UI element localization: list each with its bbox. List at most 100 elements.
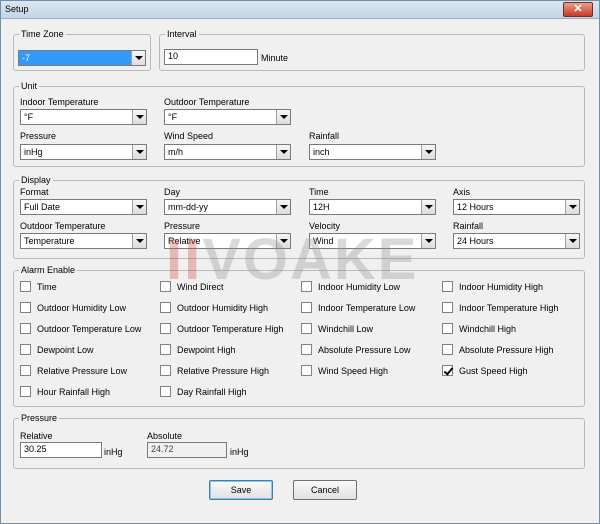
day-label: Day [164, 187, 181, 197]
checkbox-empty-icon[interactable] [20, 365, 31, 376]
alarm-checkbox[interactable]: Outdoor Humidity Low [20, 302, 126, 313]
indoor-temp-select[interactable]: °F [20, 109, 147, 125]
chevron-down-icon[interactable] [132, 234, 146, 248]
chevron-down-icon[interactable] [276, 200, 290, 214]
checkbox-empty-icon[interactable] [442, 302, 453, 313]
checkbox-empty-icon[interactable] [442, 323, 453, 334]
chevron-down-icon[interactable] [132, 200, 146, 214]
alarm-checkbox[interactable]: Windchill Low [301, 323, 373, 334]
pressure-unit-value: inHg [24, 147, 43, 157]
checkbox-empty-icon[interactable] [442, 281, 453, 292]
checkbox-empty-icon[interactable] [301, 323, 312, 334]
rainfall-unit-select[interactable]: inch [309, 144, 436, 160]
velocity-select[interactable]: Wind [309, 233, 436, 249]
alarm-checkbox[interactable]: Indoor Humidity High [442, 281, 543, 292]
chevron-down-icon[interactable] [276, 234, 290, 248]
alarm-checkbox[interactable]: Indoor Humidity Low [301, 281, 400, 292]
display-outdoor-temp-value: Temperature [24, 236, 75, 246]
indoor-temp-value: °F [24, 112, 34, 122]
alarm-checkbox[interactable]: Day Rainfall High [160, 386, 247, 397]
alarm-checkbox[interactable]: Relative Pressure Low [20, 365, 127, 376]
alarm-checkbox[interactable]: Outdoor Humidity High [160, 302, 268, 313]
close-button[interactable]: ✕ [563, 2, 593, 17]
alarm-checkbox[interactable]: Dewpoint High [160, 344, 236, 355]
checkbox-checked-icon[interactable] [442, 365, 453, 376]
time-select[interactable]: 12H [309, 199, 436, 215]
alarm-checkbox-label: Wind Direct [177, 281, 224, 292]
alarm-checkbox-label: Hour Rainfall High [37, 386, 111, 397]
alarm-checkbox[interactable]: Outdoor Temperature Low [20, 323, 141, 334]
alarm-legend: Alarm Enable [21, 265, 76, 275]
checkbox-empty-icon[interactable] [160, 386, 171, 397]
format-select[interactable]: Full Date [20, 199, 147, 215]
checkbox-empty-icon[interactable] [20, 323, 31, 334]
alarm-checkbox-label: Relative Pressure High [177, 365, 270, 376]
chevron-down-icon[interactable] [132, 145, 146, 159]
checkbox-empty-icon[interactable] [301, 302, 312, 313]
checkbox-empty-icon[interactable] [160, 323, 171, 334]
alarm-checkbox[interactable]: Absolute Pressure Low [301, 344, 411, 355]
alarm-checkbox[interactable]: Indoor Temperature High [442, 302, 558, 313]
checkbox-empty-icon[interactable] [20, 344, 31, 355]
display-outdoor-temp-select[interactable]: Temperature [20, 233, 147, 249]
display-outdoor-temp-label: Outdoor Temperature [20, 221, 106, 231]
alarm-checkbox-label: Indoor Humidity Low [318, 281, 401, 292]
alarm-checkbox[interactable]: Hour Rainfall High [20, 386, 110, 397]
alarm-checkbox[interactable]: Time [20, 281, 57, 292]
display-rainfall-select[interactable]: 24 Hours [453, 233, 580, 249]
display-legend: Display [21, 175, 51, 185]
alarm-checkbox[interactable]: Outdoor Temperature High [160, 323, 283, 334]
checkbox-empty-icon[interactable] [442, 344, 453, 355]
chevron-down-icon[interactable] [421, 145, 435, 159]
interval-input[interactable]: 10 [164, 49, 258, 65]
alarm-checkbox-label: Windchill High [459, 323, 517, 334]
alarm-checkbox[interactable]: Absolute Pressure High [442, 344, 554, 355]
alarm-checkbox-label: Outdoor Temperature High [177, 323, 284, 334]
chevron-down-icon[interactable] [421, 234, 435, 248]
checkbox-empty-icon[interactable] [301, 365, 312, 376]
checkbox-empty-icon[interactable] [20, 302, 31, 313]
alarm-checkbox[interactable]: Dewpoint Low [20, 344, 94, 355]
chevron-down-icon[interactable] [421, 200, 435, 214]
checkbox-empty-icon[interactable] [160, 302, 171, 313]
wind-speed-select[interactable]: m/h [164, 144, 291, 160]
checkbox-empty-icon[interactable] [301, 281, 312, 292]
time-label: Time [309, 187, 329, 197]
display-pressure-select[interactable]: Relative [164, 233, 291, 249]
alarm-checkbox[interactable]: Windchill High [442, 323, 516, 334]
alarm-checkbox-label: Outdoor Humidity Low [37, 302, 127, 313]
alarm-checkbox[interactable]: Wind Direct [160, 281, 224, 292]
checkbox-empty-icon[interactable] [20, 281, 31, 292]
wind-speed-value: m/h [168, 147, 184, 157]
checkbox-empty-icon[interactable] [160, 281, 171, 292]
alarm-checkbox[interactable]: Gust Speed High [442, 365, 528, 376]
alarm-checkbox[interactable]: Relative Pressure High [160, 365, 269, 376]
relative-input[interactable]: 30.25 [20, 442, 102, 458]
chevron-down-icon[interactable] [132, 110, 146, 124]
day-select[interactable]: mm-dd-yy [164, 199, 291, 215]
pressure-unit-select[interactable]: inHg [20, 144, 147, 160]
chevron-down-icon[interactable] [276, 145, 290, 159]
alarm-checkbox-label: Outdoor Temperature Low [37, 323, 142, 334]
checkbox-empty-icon[interactable] [301, 344, 312, 355]
chevron-down-icon[interactable] [565, 234, 579, 248]
display-pressure-label: Pressure [164, 221, 201, 231]
outdoor-temp-select[interactable]: °F [164, 109, 291, 125]
alarm-checkbox[interactable]: Indoor Temperature Low [301, 302, 415, 313]
checkbox-empty-icon[interactable] [160, 344, 171, 355]
chevron-down-icon[interactable] [276, 110, 290, 124]
absolute-unit: inHg [230, 447, 249, 457]
chevron-down-icon[interactable] [565, 200, 579, 214]
outdoor-temp-label: Outdoor Temperature [164, 97, 250, 107]
outdoor-temp-value: °F [168, 112, 178, 122]
cancel-button[interactable]: Cancel [293, 480, 357, 500]
checkbox-empty-icon[interactable] [160, 365, 171, 376]
day-value: mm-dd-yy [168, 202, 208, 212]
alarm-checkbox[interactable]: Wind Speed High [301, 365, 388, 376]
save-button[interactable]: Save [209, 480, 273, 500]
checkbox-empty-icon[interactable] [20, 386, 31, 397]
time-zone-select[interactable]: -7 [18, 50, 146, 66]
chevron-down-icon[interactable] [131, 51, 145, 65]
axis-select[interactable]: 12 Hours [453, 199, 580, 215]
pressure-legend: Pressure [21, 413, 58, 423]
